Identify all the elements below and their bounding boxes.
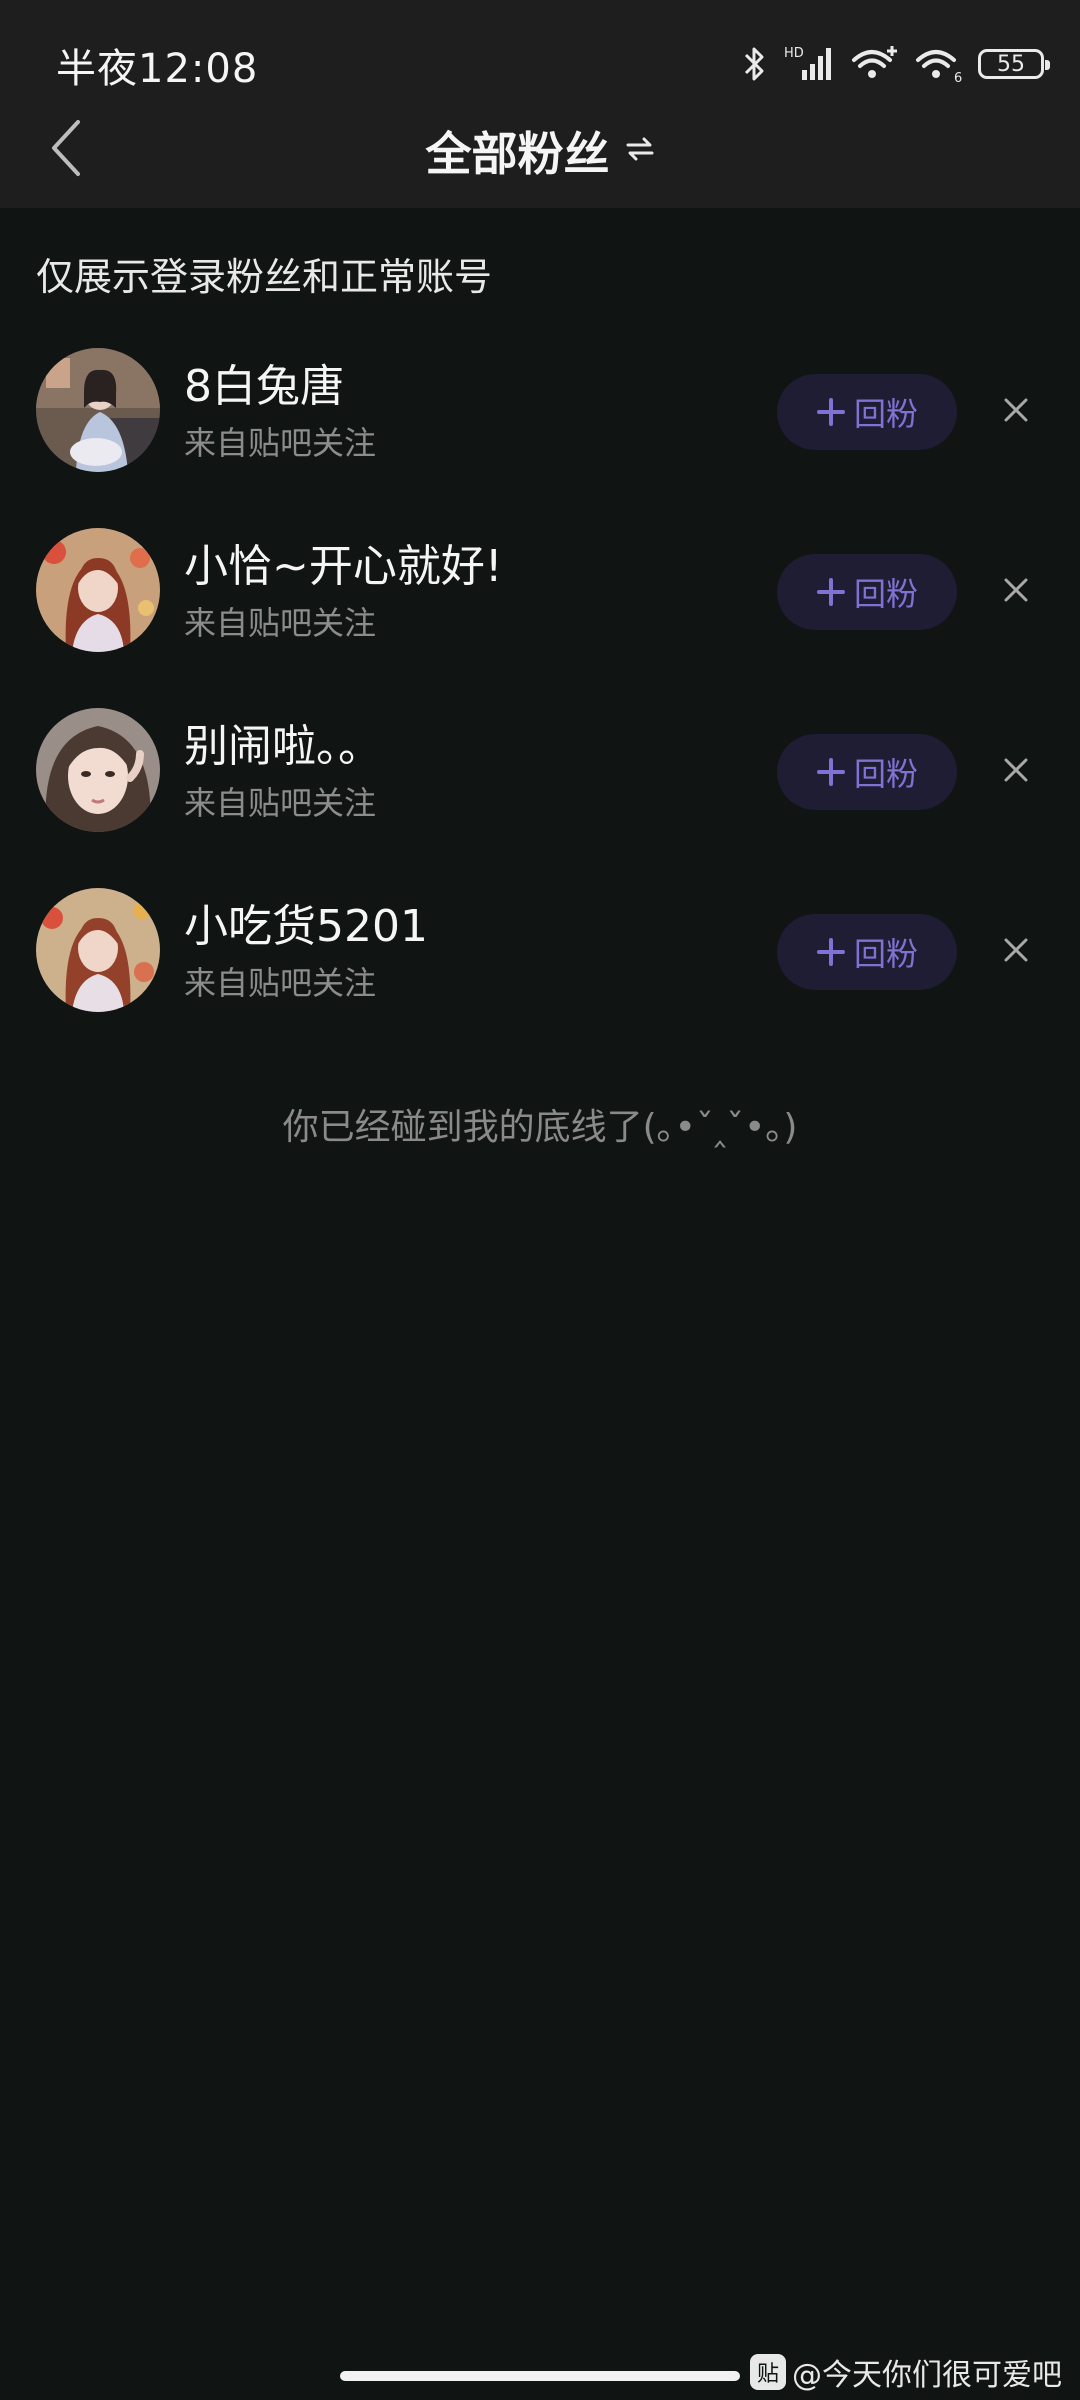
follower-list: 8白兔唐 来自贴吧关注 回粉 小恰~开心就好! 来自贴吧关注 回粉 别闹啦。。 … — [0, 340, 1080, 1060]
follow-back-button[interactable]: 回粉 — [777, 734, 957, 810]
watermark: 贴 @今天你们很可爱吧 — [750, 2350, 1062, 2394]
screen: 半夜12:08 HD 6 55 全部粉丝 仅展示登录粉丝和正常账号 8白兔唐 来… — [0, 0, 1080, 2400]
plus-icon — [816, 938, 845, 966]
follower-name[interactable]: 小吃货5201 — [184, 890, 428, 954]
follow-back-label: 回粉 — [853, 935, 918, 973]
remove-button[interactable] — [996, 750, 1036, 790]
follow-back-label: 回粉 — [853, 755, 918, 793]
remove-button[interactable] — [996, 570, 1036, 610]
list-item[interactable]: 别闹啦。。 来自贴吧关注 回粉 — [0, 700, 1080, 880]
remove-button[interactable] — [996, 390, 1036, 430]
close-icon — [1004, 938, 1028, 962]
battery-level: 55 — [997, 51, 1025, 77]
wifi-6-icon: 6 — [916, 50, 962, 84]
list-item[interactable]: 小吃货5201 来自贴吧关注 回粉 — [0, 880, 1080, 1060]
cellular-signal-icon: HD — [784, 46, 831, 80]
list-item[interactable]: 小恰~开心就好! 来自贴吧关注 回粉 — [0, 520, 1080, 700]
close-icon — [1004, 398, 1028, 422]
wifi-icon — [852, 46, 897, 78]
page-title: 全部粉丝 — [425, 127, 610, 181]
follow-back-label: 回粉 — [853, 395, 918, 433]
plus-icon — [816, 758, 845, 786]
swap-arrows-icon[interactable] — [625, 134, 655, 168]
status-time: 半夜12:08 — [56, 46, 259, 92]
follow-back-label: 回粉 — [853, 575, 918, 613]
top-bar: 半夜12:08 HD 6 55 全部粉丝 — [0, 0, 1080, 208]
end-of-list-text: 你已经碰到我的底线了(｡•ˇ‸ˇ•｡) — [282, 1107, 798, 1148]
title-bar: 全部粉丝 — [0, 118, 1080, 184]
watermark-text: @今天你们很可爱吧 — [792, 2358, 1062, 2393]
follower-name[interactable]: 8白兔唐 — [184, 350, 344, 414]
avatar[interactable] — [36, 708, 160, 832]
follow-back-button[interactable]: 回粉 — [777, 914, 957, 990]
tieba-logo-icon: 贴 — [750, 2354, 786, 2390]
follower-source: 来自贴吧关注 — [184, 604, 377, 642]
remove-button[interactable] — [996, 930, 1036, 970]
close-icon — [1004, 758, 1028, 782]
avatar[interactable] — [36, 348, 160, 472]
avatar[interactable] — [36, 888, 160, 1012]
bluetooth-icon — [744, 47, 764, 81]
status-icons: HD 6 55 — [742, 40, 1050, 88]
follower-source: 来自贴吧关注 — [184, 964, 377, 1002]
plus-icon — [816, 398, 845, 426]
follow-back-button[interactable]: 回粉 — [777, 554, 957, 630]
home-indicator[interactable] — [340, 2371, 740, 2381]
list-item[interactable]: 8白兔唐 来自贴吧关注 回粉 — [0, 340, 1080, 520]
svg-text:6: 6 — [954, 71, 962, 84]
battery-indicator: 55 — [978, 49, 1050, 79]
close-icon — [1004, 578, 1028, 602]
follower-source: 来自贴吧关注 — [184, 784, 377, 822]
follower-name[interactable]: 小恰~开心就好! — [184, 530, 503, 594]
follower-source: 来自贴吧关注 — [184, 424, 377, 462]
follow-back-button[interactable]: 回粉 — [777, 374, 957, 450]
plus-icon — [816, 578, 845, 606]
notice-text: 仅展示登录粉丝和正常账号 — [36, 255, 493, 299]
network-label: HD — [784, 46, 804, 61]
follower-name[interactable]: 别闹啦。。 — [184, 710, 382, 774]
avatar[interactable] — [36, 528, 160, 652]
